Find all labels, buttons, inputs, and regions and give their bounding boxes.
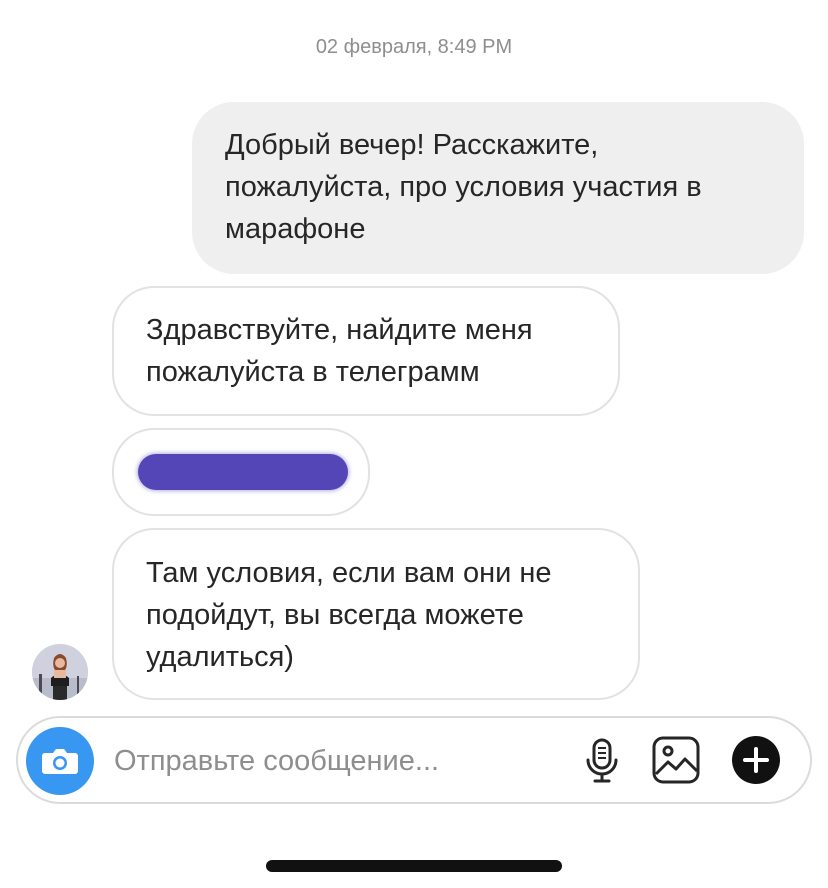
outgoing-message-bubble[interactable]: Добрый вечер! Расскажите, пожалуйста, пр…: [192, 102, 804, 274]
incoming-message-bubble-redacted[interactable]: [112, 428, 370, 516]
sender-avatar[interactable]: [32, 644, 88, 700]
camera-icon: [42, 749, 78, 774]
avatar-photo: [32, 644, 88, 700]
microphone-icon: [586, 738, 618, 783]
plus-icon: [732, 736, 780, 784]
message-timestamp: 02 февраля, 8:49 PM: [315, 36, 513, 58]
voice-message-button[interactable]: [574, 732, 630, 788]
gallery-button[interactable]: [648, 732, 704, 788]
camera-button[interactable]: [26, 727, 94, 795]
home-indicator: [266, 860, 562, 872]
incoming-message-bubble[interactable]: Там условия, если вам они не подойдут, в…: [112, 528, 640, 700]
message-composer: [16, 716, 812, 804]
redaction-mark: [138, 454, 348, 490]
incoming-message-bubble[interactable]: Здравствуйте, найдите меня пожалуйста в …: [112, 286, 620, 416]
more-options-button[interactable]: [728, 732, 784, 788]
gallery-icon: [652, 736, 700, 784]
message-input[interactable]: [114, 740, 554, 782]
